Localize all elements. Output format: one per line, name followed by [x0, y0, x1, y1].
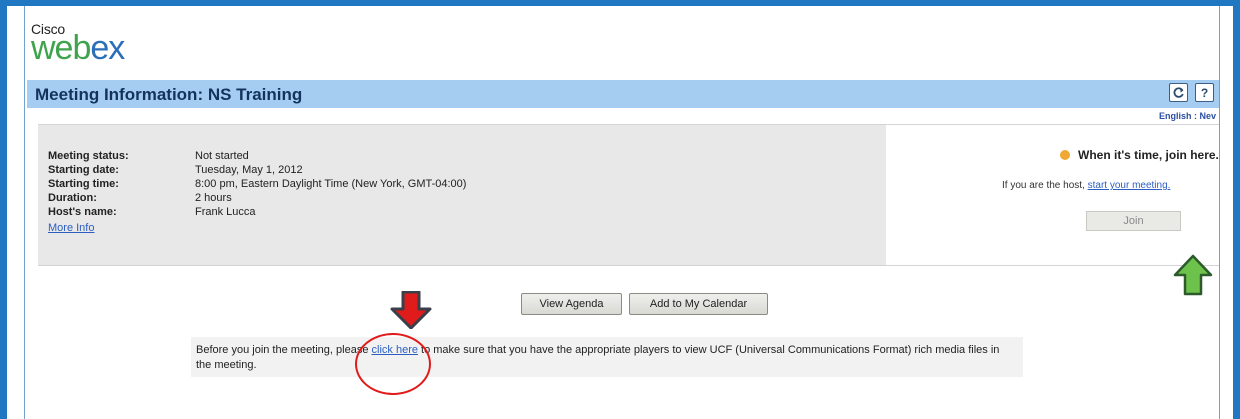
- red-highlight-circle: [355, 333, 431, 395]
- host-start-prefix: If you are the host,: [1002, 180, 1085, 191]
- player-notice-text: Before you join the meeting, please clic…: [196, 343, 1016, 373]
- meeting-info-panel: Meeting status: Not started Starting dat…: [38, 124, 886, 266]
- logo-webex-we: web: [31, 29, 91, 67]
- add-to-calendar-button[interactable]: Add to My Calendar: [629, 293, 768, 315]
- help-icon[interactable]: ?: [1195, 83, 1214, 102]
- meeting-status-value: Not started: [195, 150, 249, 162]
- duration-value: 2 hours: [195, 192, 232, 204]
- view-agenda-button[interactable]: View Agenda: [521, 293, 622, 315]
- page-border-right: [1219, 6, 1220, 419]
- status-dot-icon: [1060, 150, 1070, 160]
- refresh-icon[interactable]: [1169, 83, 1188, 102]
- host-name-value: Frank Lucca: [195, 206, 256, 218]
- green-up-arrow-icon: [1173, 254, 1213, 296]
- starting-time-value: 8:00 pm, Eastern Daylight Time (New York…: [195, 178, 467, 190]
- duration-label: Duration:: [48, 192, 97, 204]
- starting-date-value: Tuesday, May 1, 2012: [195, 164, 303, 176]
- red-down-arrow-icon: [390, 291, 432, 329]
- starting-time-label: Starting time:: [48, 178, 119, 190]
- join-heading: When it's time, join here.: [1078, 148, 1219, 162]
- page-border-left: [24, 6, 25, 419]
- webex-page: Cisco webex Meeting Information: NS Trai…: [7, 6, 1233, 419]
- cisco-webex-logo: Cisco webex: [31, 22, 125, 65]
- starting-date-label: Starting date:: [48, 164, 119, 176]
- refresh-icon-glyph: [1173, 87, 1184, 98]
- player-notice-box: Before you join the meeting, please clic…: [191, 337, 1023, 377]
- notice-before: Before you join the meeting, please: [196, 344, 372, 356]
- language-link[interactable]: English : Nev: [1159, 111, 1216, 121]
- meeting-status-label: Meeting status:: [48, 150, 129, 162]
- host-start-text: If you are the host, start your meeting.: [1002, 180, 1170, 191]
- start-meeting-link[interactable]: start your meeting.: [1088, 180, 1171, 191]
- logo-webex-text: webex: [31, 31, 125, 65]
- page-title: Meeting Information: NS Training: [35, 85, 303, 104]
- logo-webex-ex: ex: [90, 29, 125, 67]
- join-button[interactable]: Join: [1086, 211, 1181, 231]
- more-info-link[interactable]: More Info: [48, 222, 94, 234]
- join-panel: When it's time, join here. If you are th…: [886, 124, 1219, 266]
- host-name-label: Host's name:: [48, 206, 117, 218]
- title-bar: Meeting Information: NS Training ?: [27, 80, 1219, 108]
